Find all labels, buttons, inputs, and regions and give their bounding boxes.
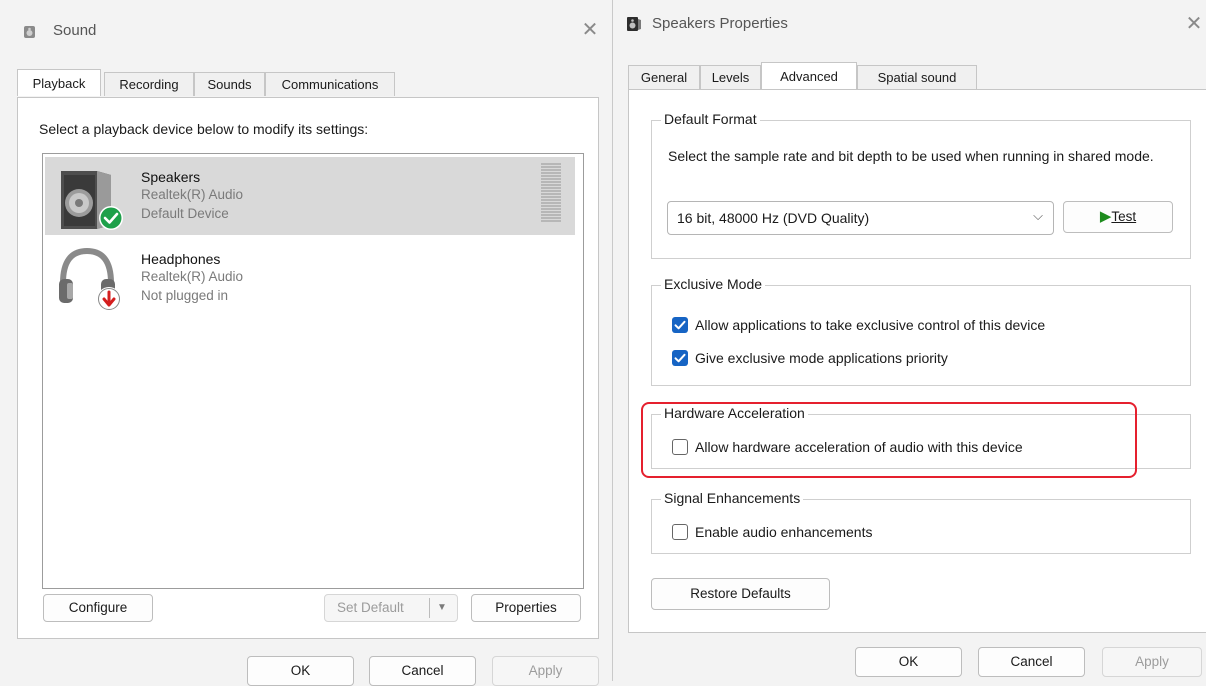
cancel-button[interactable]: Cancel [369,656,476,686]
group-legend: Exclusive Mode [661,276,766,292]
close-icon[interactable]: ✕ [1180,10,1206,38]
device-driver: Realtek(R) Audio [141,269,244,284]
chevron-down-icon: ⌵ [1033,208,1043,223]
exclusive-mode-group: Exclusive Mode Allow applications to tak… [651,276,1191,386]
device-name: Headphones [141,251,221,267]
device-status: Default Device [141,206,229,221]
properties-button[interactable]: Properties [471,594,581,622]
tab-playback[interactable]: Playback [17,69,101,96]
device-headphones[interactable]: Headphones Realtek(R) Audio Not plugged … [45,239,575,317]
title-bar: Sound ✕ [0,0,612,60]
device-status: Not plugged in [141,288,229,303]
exclusive-priority-label[interactable]: Give exclusive mode applications priorit… [695,350,948,366]
format-select[interactable]: 16 bit, 48000 Hz (DVD Quality) ⌵ [667,201,1054,235]
device-name: Speakers [141,169,201,185]
restore-defaults-button[interactable]: Restore Defaults [651,578,830,610]
group-legend: Signal Enhancements [661,490,804,506]
audio-enhancements-checkbox[interactable] [672,524,688,540]
signal-enhancements-group: Signal Enhancements Enable audio enhance… [651,490,1191,554]
device-driver: Realtek(R) Audio [141,187,244,202]
selected-format: 16 bit, 48000 Hz (DVD Quality) [677,210,870,226]
audio-enhancements-label[interactable]: Enable audio enhancements [695,524,872,540]
apply-button[interactable]: Apply [1102,647,1202,677]
chevron-down-icon[interactable]: ▼ [437,595,447,621]
tab-recording[interactable]: Recording [104,72,194,96]
window-title: Sound [53,22,97,39]
default-format-group: Default Format Select the sample rate an… [651,111,1191,259]
tab-advanced[interactable]: Advanced [761,62,857,89]
exclusive-control-label[interactable]: Allow applications to take exclusive con… [695,317,1045,333]
highlight-annotation [641,402,1137,478]
tab-communications[interactable]: Communications [265,72,395,96]
window-title: Speakers Properties [652,15,788,32]
level-meter [541,163,561,225]
sound-window: Sound ✕ Playback Recording Sounds Commun… [0,0,613,686]
apply-button[interactable]: Apply [492,656,599,686]
set-default-button[interactable]: Set Default ▼ [324,594,458,622]
close-icon[interactable]: ✕ [576,16,604,44]
set-default-label: Set Default [337,600,404,615]
headphones-device-icon [59,247,121,311]
instruction-text: Select a playback device below to modify… [39,121,369,137]
test-button[interactable]: ▶Test [1063,201,1173,233]
tab-spatial-sound[interactable]: Spatial sound [857,65,977,89]
tab-strip: Playback Recording Sounds Communications [17,69,597,97]
tab-strip: General Levels Advanced Spatial sound [628,62,1203,90]
format-description: Select the sample rate and bit depth to … [668,148,1154,164]
group-legend: Default Format [661,111,760,127]
device-speakers[interactable]: Speakers Realtek(R) Audio Default Device [45,157,575,235]
exclusive-control-checkbox[interactable] [672,317,688,333]
speakers-properties-window: Speakers Properties ✕ General Levels Adv… [616,0,1206,681]
ok-button[interactable]: OK [247,656,354,686]
speakers-device-icon [61,171,123,230]
check-badge-icon [100,207,122,229]
configure-button[interactable]: Configure [43,594,153,622]
cancel-button[interactable]: Cancel [978,647,1085,677]
title-bar: Speakers Properties ✕ [616,0,1206,60]
speaker-icon [627,17,641,31]
tab-general[interactable]: General [628,65,700,89]
test-label: Test [1111,209,1137,224]
device-list[interactable]: Speakers Realtek(R) Audio Default Device… [42,153,584,589]
speaker-icon [24,26,35,38]
exclusive-priority-checkbox[interactable] [672,350,688,366]
play-icon: ▶ [1099,208,1112,225]
ok-button[interactable]: OK [855,647,962,677]
tab-levels[interactable]: Levels [700,65,761,89]
tab-sounds[interactable]: Sounds [194,72,265,96]
